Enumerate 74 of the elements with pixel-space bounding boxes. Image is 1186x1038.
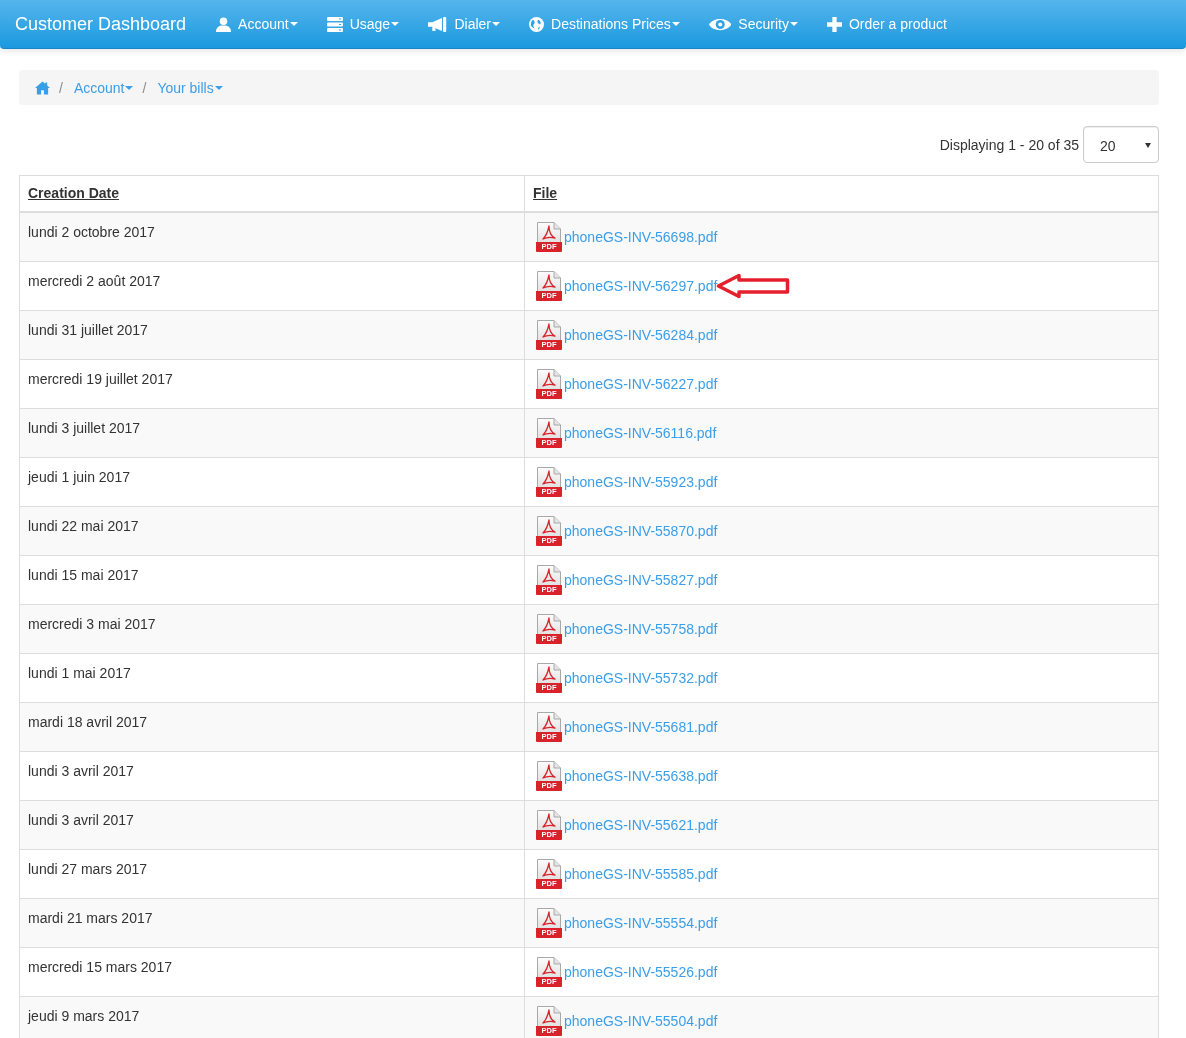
nav-menu-link[interactable]: Usage — [311, 14, 414, 34]
pdf-document-icon — [536, 810, 562, 830]
eye-icon — [708, 16, 732, 32]
brand-link[interactable]: Customer Dashboard — [15, 13, 187, 35]
date-cell: lundi 3 avril 2017 — [19, 751, 525, 801]
pdf-document-icon — [536, 663, 562, 683]
date-cell: lundi 1 mai 2017 — [19, 653, 525, 703]
pdf-file-link[interactable]: phoneGS-INV-56284.pdf — [564, 325, 718, 345]
pdf-file-link[interactable]: phoneGS-INV-55554.pdf — [564, 913, 718, 933]
user-icon — [216, 16, 232, 32]
pdf-file-link[interactable]: phoneGS-INV-55585.pdf — [564, 864, 718, 884]
date-cell: mercredi 15 mars 2017 — [19, 947, 525, 997]
pdf-file-link[interactable]: phoneGS-INV-55621.pdf — [564, 815, 718, 835]
nav-menu-link[interactable]: Dialer — [413, 14, 515, 34]
pdf-file-link[interactable]: phoneGS-INV-55827.pdf — [564, 570, 718, 590]
pdf-document-icon — [536, 320, 562, 340]
pdf-document-icon — [536, 957, 562, 977]
megaphone-icon — [428, 16, 448, 32]
column-header[interactable]: File — [533, 185, 558, 201]
breadcrumb-link[interactable]: Account — [73, 77, 134, 98]
date-cell: lundi 3 juillet 2017 — [19, 408, 525, 458]
globe-icon — [529, 16, 545, 32]
date-cell: mercredi 3 mai 2017 — [19, 604, 525, 654]
pdf-file-link[interactable]: phoneGS-INV-56116.pdf — [564, 423, 717, 443]
pdf-file-link[interactable]: phoneGS-INV-55758.pdf — [564, 619, 718, 639]
pdf-document-icon — [536, 222, 562, 242]
date-cell: mercredi 19 juillet 2017 — [19, 359, 525, 409]
breadcrumb-link[interactable]: Your bills — [157, 77, 223, 98]
pdf-document-icon — [536, 467, 562, 487]
nav-menu-link[interactable]: Destinations Prices — [514, 14, 694, 34]
pdf-document-icon — [536, 859, 562, 879]
pdf-document-icon — [536, 369, 562, 389]
pdf-document-icon — [536, 908, 562, 928]
date-cell: mardi 18 avril 2017 — [19, 702, 525, 752]
pdf-file-link[interactable]: phoneGS-INV-55923.pdf — [564, 472, 718, 492]
column-header[interactable]: Creation Date — [28, 185, 120, 201]
pdf-file-link[interactable]: phoneGS-INV-56698.pdf — [564, 227, 718, 247]
home-icon[interactable] — [35, 80, 50, 95]
pdf-file-link[interactable]: phoneGS-INV-55526.pdf — [564, 962, 718, 982]
pdf-file-link[interactable]: phoneGS-INV-56227.pdf — [564, 374, 718, 394]
pdf-document-icon — [536, 565, 562, 585]
breadcrumb-separator: / — [141, 78, 148, 98]
date-cell: lundi 15 mai 2017 — [19, 555, 525, 605]
plus-icon — [826, 16, 842, 32]
pdf-document-icon — [536, 712, 562, 732]
pdf-file-link[interactable]: phoneGS-INV-55681.pdf — [564, 717, 718, 737]
pdf-file-link[interactable]: phoneGS-INV-55870.pdf — [564, 521, 718, 541]
pdf-document-icon — [536, 418, 562, 438]
date-cell: lundi 22 mai 2017 — [19, 506, 525, 556]
pdf-file-link[interactable]: phoneGS-INV-55504.pdf — [564, 1011, 718, 1031]
nav-menu-link[interactable]: Order a product — [811, 14, 961, 34]
pdf-document-icon — [536, 1006, 562, 1026]
pdf-document-icon — [536, 761, 562, 781]
date-cell: jeudi 1 juin 2017 — [19, 457, 525, 507]
breadcrumb-separator: / — [58, 78, 64, 98]
results-summary: Displaying 1 - 20 of 35 — [939, 135, 1079, 155]
date-cell: jeudi 9 mars 2017 — [19, 996, 525, 1038]
page-size-select[interactable]: 20 — [1083, 126, 1159, 163]
date-cell: lundi 31 juillet 2017 — [19, 310, 525, 360]
date-cell: lundi 27 mars 2017 — [19, 849, 525, 899]
date-cell: mardi 21 mars 2017 — [19, 898, 525, 948]
nav-menu-link[interactable]: Security — [693, 14, 812, 34]
date-cell: lundi 2 octobre 2017 — [19, 212, 525, 262]
date-cell: mercredi 2 août 2017 — [19, 261, 525, 311]
dropdown-caret-icon — [1145, 143, 1151, 148]
server-stack-icon — [326, 16, 343, 32]
pdf-file-link[interactable]: phoneGS-INV-55732.pdf — [564, 668, 718, 688]
pdf-document-icon — [536, 271, 562, 291]
date-cell: lundi 3 avril 2017 — [19, 800, 525, 850]
nav-menu-link[interactable]: Account — [201, 14, 312, 34]
pdf-file-link[interactable]: phoneGS-INV-56297.pdf — [564, 276, 718, 296]
pdf-document-icon — [536, 516, 562, 536]
pdf-file-link[interactable]: phoneGS-INV-55638.pdf — [564, 766, 718, 786]
pdf-document-icon — [536, 614, 562, 634]
